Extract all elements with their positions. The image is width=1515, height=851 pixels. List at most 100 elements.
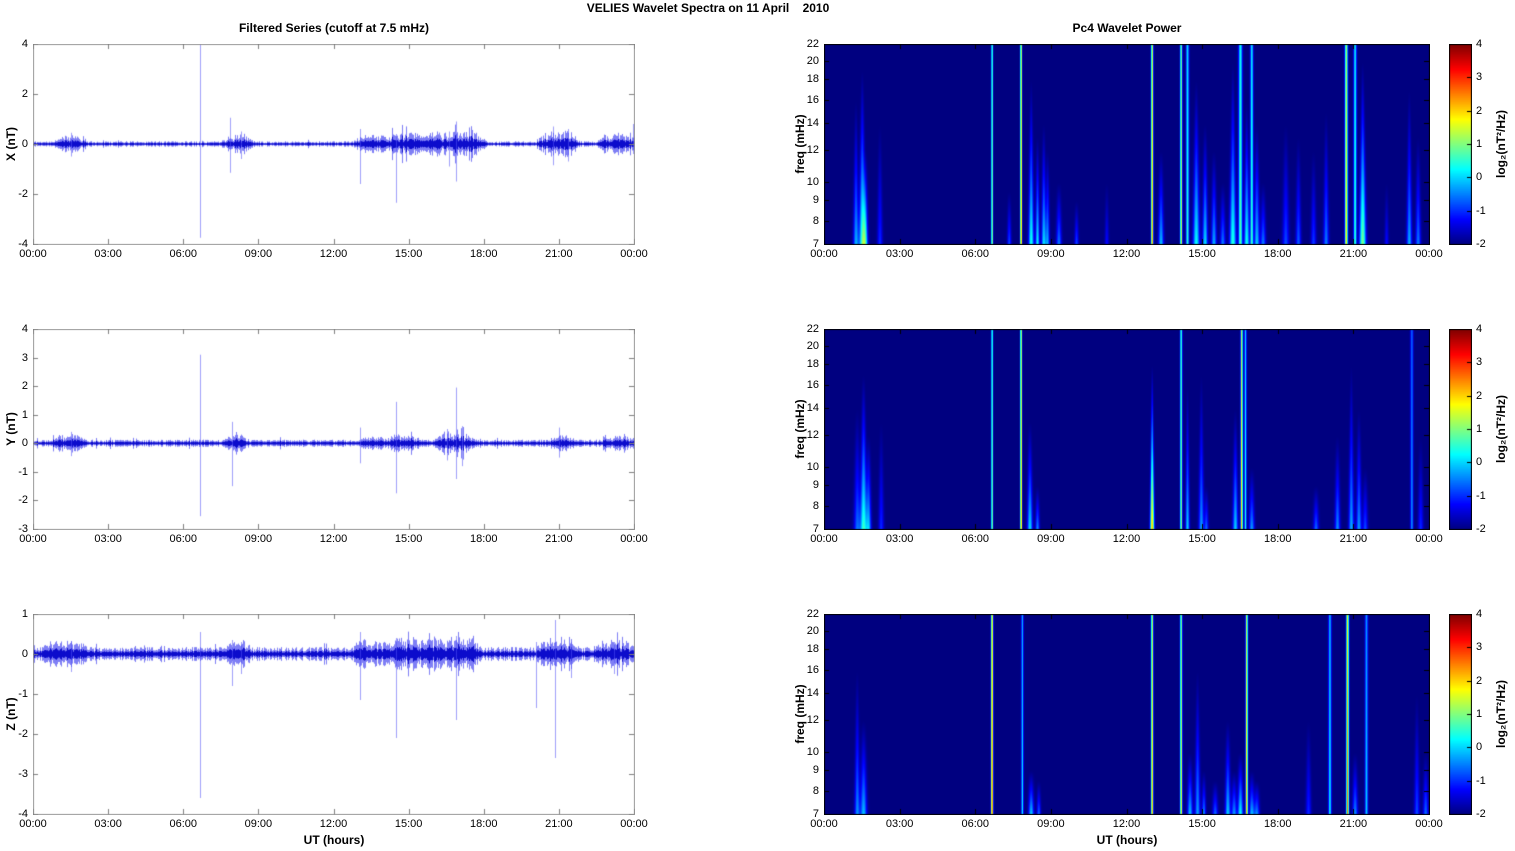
freq-tick-label: 18 bbox=[806, 643, 819, 656]
y-tick-label: 0 bbox=[21, 437, 28, 450]
x-tick-label: 03:00 bbox=[885, 818, 914, 830]
wavelet-y-canvas bbox=[824, 329, 1430, 530]
x-tick-label: 03:00 bbox=[94, 533, 122, 545]
x-tick-label: 06:00 bbox=[961, 533, 990, 545]
colorbar-tick-label: 3 bbox=[1476, 356, 1483, 369]
x-tick-label: 15:00 bbox=[394, 818, 423, 830]
colorbar-2 bbox=[1449, 329, 1472, 530]
freq-tick-label: 12 bbox=[806, 143, 819, 156]
x-tick-label: 00:00 bbox=[620, 818, 648, 830]
freq-tick-label: 16 bbox=[806, 378, 819, 391]
x-tick-label: 21:00 bbox=[1339, 533, 1368, 545]
colorbar-tick-label: 0 bbox=[1476, 171, 1483, 184]
colorbar-tick-label: -1 bbox=[1476, 489, 1486, 502]
colorbar-tick-label: -2 bbox=[1476, 523, 1486, 535]
freq-tick-label: 20 bbox=[806, 54, 819, 67]
freq-tick-label: 18 bbox=[806, 73, 819, 86]
x-tick-label: 03:00 bbox=[885, 248, 914, 260]
colorbar-tick-label: -2 bbox=[1476, 238, 1486, 250]
colorbar-tick-label: -2 bbox=[1476, 808, 1486, 820]
colorbar-tick-label: 3 bbox=[1476, 71, 1483, 84]
colorbar-tick-label: -1 bbox=[1476, 204, 1486, 217]
colorbar-tick-label: 1 bbox=[1476, 423, 1483, 435]
y-tick-label: -2 bbox=[18, 494, 28, 507]
x-tick-label: 00:00 bbox=[1415, 818, 1443, 830]
x-tick-label: 00:00 bbox=[810, 818, 838, 830]
freq-tick-label: 12 bbox=[806, 428, 819, 441]
xlabel-right: UT (hours) bbox=[1096, 833, 1158, 847]
colorbar-tick-label: -1 bbox=[1476, 774, 1486, 787]
y-tick-label: -1 bbox=[18, 688, 28, 700]
x-tick-label: 06:00 bbox=[169, 818, 198, 830]
timeseries-x-panel bbox=[33, 44, 635, 245]
x-tick-label: 00:00 bbox=[1415, 533, 1443, 545]
timeseries-z-panel bbox=[33, 614, 635, 815]
x-tick-label: 09:00 bbox=[1037, 818, 1065, 830]
left-column-title: Filtered Series (cutoff at 7.5 mHz) bbox=[238, 21, 430, 35]
freq-tick-label: 10 bbox=[806, 745, 819, 758]
x-tick-label: 12:00 bbox=[319, 533, 348, 545]
colorbar-3 bbox=[1449, 614, 1472, 815]
freq-tick-label: 22 bbox=[806, 323, 819, 335]
x-tick-label: 00:00 bbox=[810, 248, 838, 260]
x-tick-label: 06:00 bbox=[169, 248, 198, 260]
x-tick-label: 18:00 bbox=[469, 818, 498, 830]
x-tick-label: 00:00 bbox=[1415, 248, 1443, 260]
colorbar-tick-label: 3 bbox=[1476, 641, 1483, 654]
freq-tick-label: 8 bbox=[812, 214, 819, 227]
colorbar-1 bbox=[1449, 44, 1472, 245]
wavelet-z-panel bbox=[824, 614, 1430, 815]
freq-tick-label: 10 bbox=[806, 460, 819, 473]
colorbar-tick-label: 1 bbox=[1476, 708, 1483, 720]
x-tick-label: 09:00 bbox=[244, 248, 273, 260]
colorbar-tick-label: 2 bbox=[1476, 104, 1483, 117]
wavelet-y-panel bbox=[824, 329, 1430, 530]
freq-tick-label: 9 bbox=[812, 479, 819, 492]
x-tick-label: 21:00 bbox=[1339, 818, 1368, 830]
freq-tick-label: 14 bbox=[806, 401, 819, 414]
freq-tick-label: 22 bbox=[806, 38, 819, 50]
colorbar-3-canvas bbox=[1449, 614, 1472, 815]
ylabel-z-nt: Z (nT) bbox=[4, 697, 18, 731]
y-tick-label: -1 bbox=[18, 465, 28, 478]
freq-tick-label: 18 bbox=[806, 358, 819, 371]
x-tick-label: 06:00 bbox=[961, 818, 990, 830]
freq-tick-label: 8 bbox=[812, 784, 819, 797]
x-tick-label: 00:00 bbox=[620, 533, 648, 545]
colorbar-tick-label: 4 bbox=[1476, 38, 1483, 50]
x-tick-label: 03:00 bbox=[94, 818, 122, 830]
x-tick-label: 15:00 bbox=[1188, 533, 1216, 545]
timeseries-z-canvas bbox=[33, 614, 635, 815]
x-tick-label: 21:00 bbox=[545, 818, 573, 830]
freq-tick-label: 9 bbox=[812, 194, 819, 207]
y-tick-label: 4 bbox=[21, 38, 28, 50]
x-tick-label: 15:00 bbox=[1188, 248, 1216, 260]
x-tick-label: 12:00 bbox=[319, 818, 348, 830]
wavelet-x-canvas bbox=[824, 44, 1430, 245]
freq-tick-label: 14 bbox=[806, 686, 819, 699]
wavelet-z-canvas bbox=[824, 614, 1430, 815]
colorbar-tick-label: 2 bbox=[1476, 389, 1483, 402]
x-tick-label: 18:00 bbox=[469, 533, 498, 545]
colorbar-tick-label: 4 bbox=[1476, 323, 1483, 335]
x-tick-label: 21:00 bbox=[1339, 248, 1368, 260]
figure: VELIES Wavelet Spectra on 11 April 2010 … bbox=[0, 0, 1515, 851]
x-tick-label: 15:00 bbox=[394, 248, 423, 260]
x-tick-label: 18:00 bbox=[1263, 533, 1292, 545]
y-tick-label: -2 bbox=[18, 188, 28, 200]
colorbar-2-canvas bbox=[1449, 329, 1472, 530]
y-tick-label: 2 bbox=[21, 380, 28, 393]
freq-tick-label: 22 bbox=[806, 608, 819, 620]
y-tick-label: 2 bbox=[21, 88, 28, 100]
x-tick-label: 06:00 bbox=[961, 248, 990, 260]
y-tick-label: 3 bbox=[21, 351, 28, 364]
colorbar-1-canvas bbox=[1449, 44, 1472, 245]
x-tick-label: 09:00 bbox=[244, 533, 273, 545]
freq-tick-label: 16 bbox=[806, 663, 819, 676]
timeseries-y-panel bbox=[33, 329, 635, 530]
freq-tick-label: 10 bbox=[806, 175, 819, 188]
figure-title: VELIES Wavelet Spectra on 11 April 2010 bbox=[586, 1, 830, 15]
freq-tick-label: 20 bbox=[806, 339, 819, 352]
x-tick-label: 09:00 bbox=[1037, 533, 1065, 545]
colorbar-tick-label: 0 bbox=[1476, 456, 1483, 469]
